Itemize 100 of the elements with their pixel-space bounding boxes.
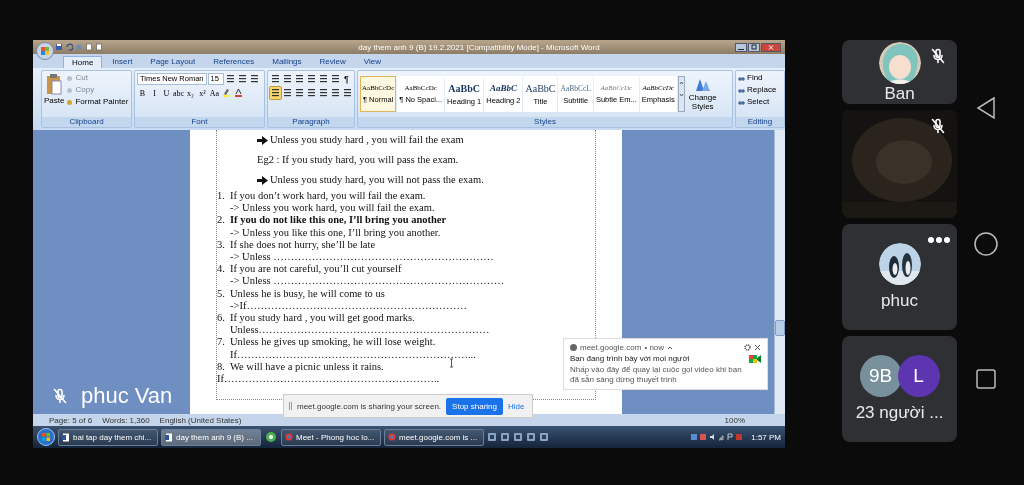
group-label: Styles xyxy=(358,117,732,127)
clock: 1:57 PM xyxy=(751,432,781,442)
answer-line: -> Unless you work hard, you will fail the exam. xyxy=(230,202,435,215)
list-number: 3. xyxy=(217,238,226,251)
arrow-icon xyxy=(257,175,268,185)
align-icon[interactable] xyxy=(294,87,305,99)
app-icon[interactable] xyxy=(513,432,523,442)
app-icon[interactable] xyxy=(500,432,510,442)
format-button[interactable]: abc xyxy=(173,87,184,99)
settings-icon[interactable] xyxy=(744,344,751,351)
align-icon[interactable] xyxy=(282,87,293,99)
editing-button[interactable]: Select xyxy=(738,97,782,107)
hide-link[interactable]: Hide xyxy=(508,401,525,411)
exercise-sentence: If you don’t work hard, you will fail the exam. xyxy=(230,190,426,203)
format-button[interactable]: x₂ xyxy=(185,87,196,99)
chrome-icon xyxy=(285,433,293,441)
show-marks-button[interactable]: ¶ xyxy=(342,74,351,84)
save-icon[interactable] xyxy=(55,43,63,51)
chrome-icon[interactable] xyxy=(264,430,278,444)
app-icon[interactable] xyxy=(487,432,497,442)
list-number: 7. xyxy=(217,336,226,349)
language-label: English (United States) xyxy=(159,415,242,425)
font-color-icon[interactable] xyxy=(233,87,244,99)
ribbon-tab[interactable]: Page Layout xyxy=(142,56,204,68)
stop-sharing-button[interactable]: Stop sharing xyxy=(446,397,503,415)
minimize-icon[interactable] xyxy=(735,42,747,52)
exercise-sentence: Unless he is busy, he will come to us xyxy=(230,287,385,300)
align-icon[interactable] xyxy=(270,87,281,99)
sentence: Unless you study hard , you will fail the exam xyxy=(270,133,464,147)
editing-button[interactable]: Replace xyxy=(738,85,782,95)
styles-icon xyxy=(694,77,711,92)
chevron-up-icon[interactable] xyxy=(667,345,674,350)
app-icon[interactable] xyxy=(539,432,549,442)
taskbar-button[interactable]: meet.google.com is ... xyxy=(384,428,484,446)
participant-tile[interactable]: 9B L 23 người ... xyxy=(842,336,957,442)
answer-line: ->If……………………………………………………… xyxy=(230,299,467,313)
editing-button[interactable]: Find xyxy=(738,73,782,83)
more-icon[interactable] xyxy=(927,236,951,244)
new-document-icon[interactable] xyxy=(95,43,103,51)
arrow-icon xyxy=(257,135,268,145)
document-icon xyxy=(165,432,173,442)
list-number: 8. xyxy=(217,360,226,374)
paste-button[interactable]: Paste xyxy=(44,73,65,115)
taskbar-button[interactable]: bai tap day them chi... xyxy=(58,428,158,446)
scrollbar-thumb[interactable] xyxy=(775,320,785,336)
home-icon[interactable] xyxy=(973,232,998,256)
start-icon[interactable] xyxy=(37,428,55,446)
highlight-icon[interactable] xyxy=(221,87,232,99)
taskbar-button[interactable]: Meet - Phong hoc lo... xyxy=(281,428,381,446)
exercise-sentence: If you are not careful, you’ll cut yourself xyxy=(230,263,402,276)
app-badge-icon xyxy=(570,344,577,351)
tray-icons-drawing[interactable] xyxy=(691,433,744,441)
group-label: Editing xyxy=(736,117,784,127)
group-label: Font xyxy=(135,117,264,127)
exercise-sentence: We will have a picnic unless it rains. xyxy=(230,360,384,374)
avatar-badge: 9B xyxy=(859,355,902,397)
share-message: meet.google.com is sharing your screen. xyxy=(297,401,442,411)
drag-handle-icon[interactable] xyxy=(289,402,292,410)
notification-text: Nhấp vào đây để quay lại cuộc gọi video khi bạn đã sẵn sàng dừng thuyết trình xyxy=(570,365,743,385)
binoculars-icon xyxy=(738,74,745,82)
group-label: Paragraph xyxy=(268,117,354,127)
ribbon-tab[interactable]: Insert xyxy=(104,56,141,68)
back-icon[interactable] xyxy=(974,96,997,120)
ribbon-tab[interactable]: Home xyxy=(63,56,103,68)
answer-line: -> Unless ………………………………………………………… xyxy=(230,275,505,288)
format-button[interactable]: B xyxy=(137,87,148,99)
notification-title: Bạn đang trình bày với mọi người xyxy=(570,354,691,363)
format-button[interactable]: I xyxy=(149,87,160,99)
answer-line: -> Unless ……………………………………………………… xyxy=(230,251,494,264)
ribbon-tab[interactable]: References xyxy=(205,56,263,68)
format-button[interactable]: x² xyxy=(197,87,208,99)
zoom-level[interactable]: 100% xyxy=(724,415,745,425)
format-button[interactable]: Aa xyxy=(209,87,220,99)
change-styles-button[interactable]: Change Styles xyxy=(685,77,720,111)
ribbon-tab[interactable]: View xyxy=(355,56,389,68)
participant-tile[interactable]: phuc xyxy=(842,224,957,330)
participant-tile[interactable]: Ban xyxy=(842,40,957,104)
ribbon-tab[interactable]: Review xyxy=(311,56,354,68)
sentence: Unless you study hard, you will not pass the exam. xyxy=(270,173,484,187)
list-number: 2. xyxy=(217,214,226,227)
list-number: 4. xyxy=(217,263,226,276)
list-number: 1. xyxy=(217,190,226,203)
align-icon[interactable] xyxy=(306,87,317,99)
taskbar-button[interactable]: day them anh 9 (B) ... xyxy=(161,428,261,446)
participant-name: Ban xyxy=(884,84,915,104)
word-count: Words: 1,360 xyxy=(102,415,150,425)
exercise-sentence: Unless he gives up smoking, he will lose weight. xyxy=(230,336,436,349)
undo-icon[interactable] xyxy=(65,43,73,51)
clipboard-button[interactable]: Format Painter xyxy=(66,97,129,107)
format-button[interactable]: U xyxy=(161,87,172,99)
app-icon[interactable] xyxy=(526,432,536,442)
participant-name: phuc xyxy=(881,291,918,311)
answer-line: If…………………………………………………….. xyxy=(217,373,440,386)
print-preview-icon[interactable] xyxy=(85,43,93,51)
clipboard-icon xyxy=(46,73,63,95)
close-icon[interactable] xyxy=(754,344,761,351)
maximize-icon[interactable] xyxy=(748,42,760,52)
recents-icon[interactable] xyxy=(974,368,997,390)
close-icon[interactable] xyxy=(761,42,781,52)
ribbon-tab[interactable]: Mailings xyxy=(264,56,310,68)
